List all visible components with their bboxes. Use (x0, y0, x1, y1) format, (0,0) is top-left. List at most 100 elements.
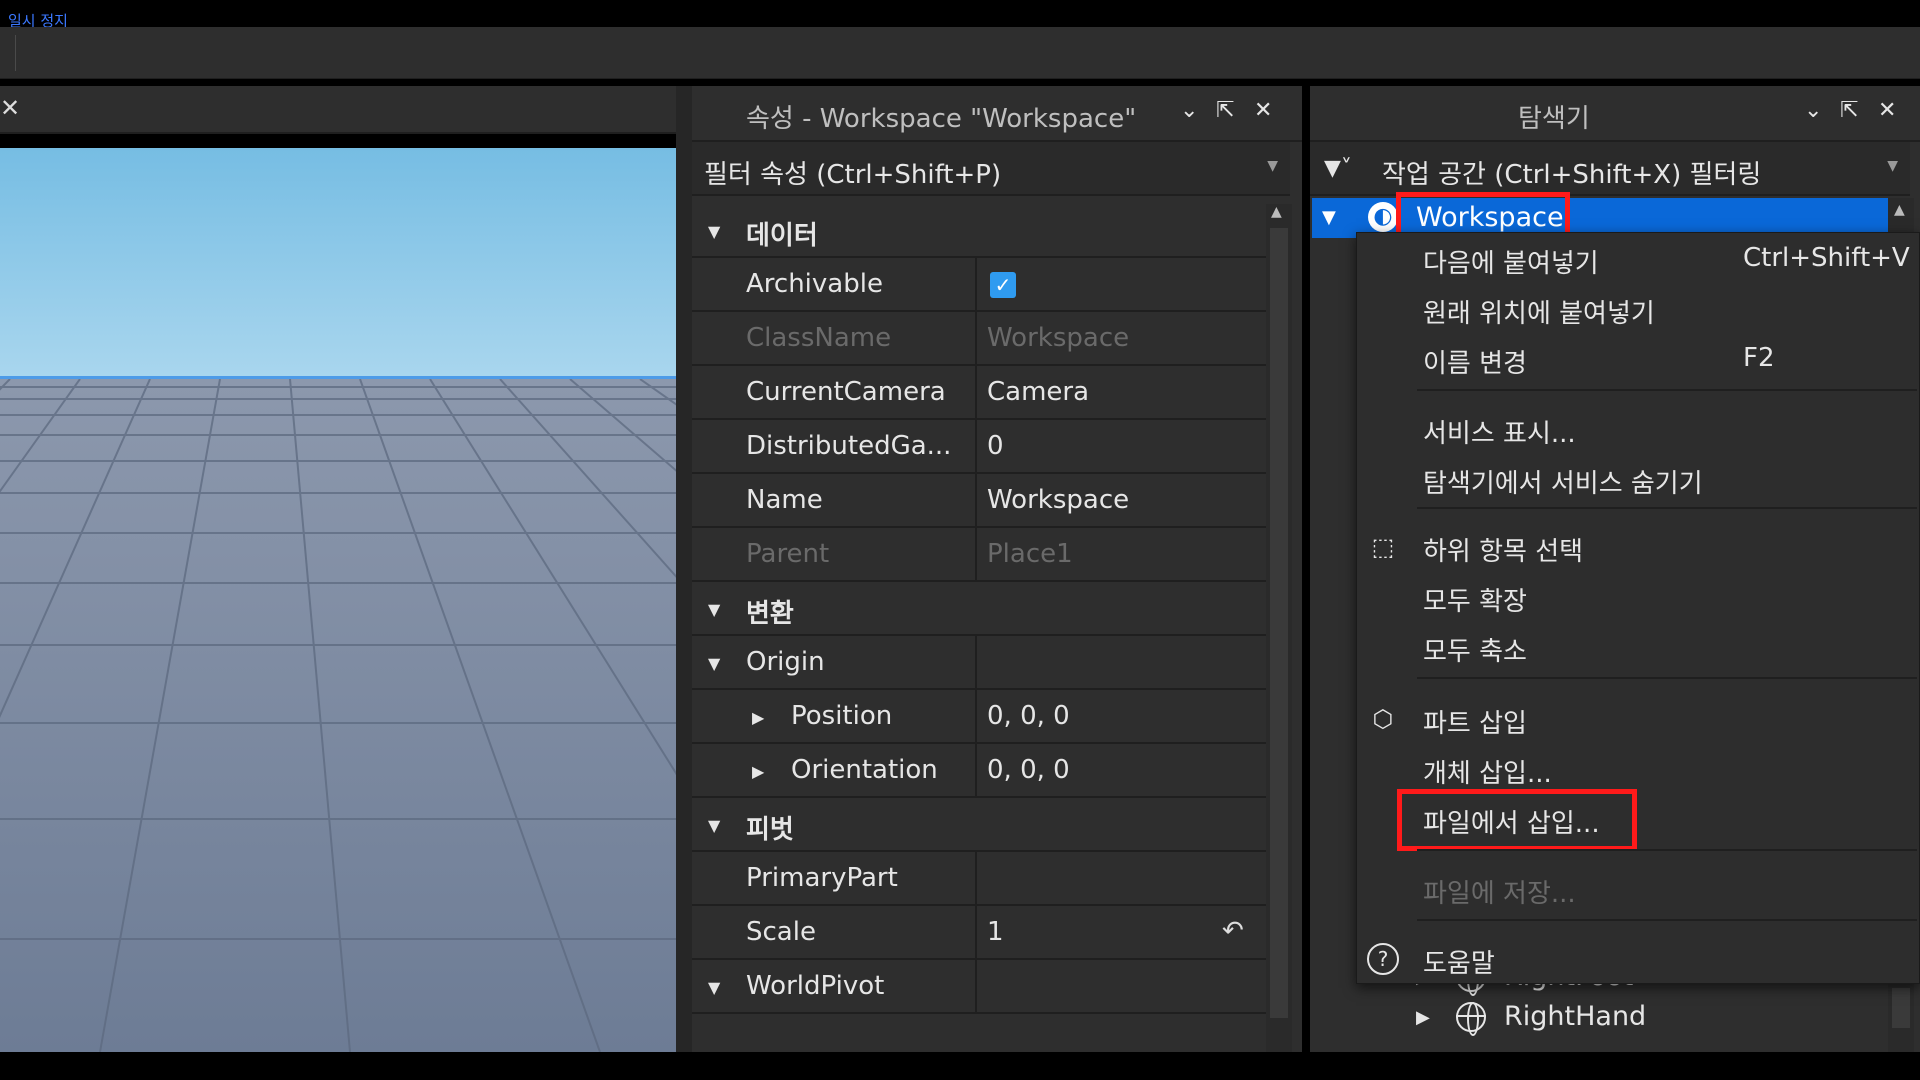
undock-icon[interactable]: ⇱ (1840, 100, 1858, 122)
section-pivot[interactable]: ▼ 피벗 (692, 798, 1266, 852)
property-scale[interactable]: Scale 1 ↶ (692, 906, 1266, 960)
column-divider (975, 312, 977, 364)
explorer-item-label: RightHand (1504, 1001, 1647, 1032)
property-archivable[interactable]: Archivable ✓ (692, 258, 1266, 312)
menu-item-paste-into[interactable]: 다음에 붙여넣기 Ctrl+Shift+V (1357, 235, 1919, 283)
section-data[interactable]: ▼ 데이터 (692, 204, 1266, 258)
menu-item-show-services[interactable]: 서비스 표시... (1357, 405, 1919, 453)
section-transform[interactable]: ▼ 변환 (692, 582, 1266, 636)
property-value[interactable]: Workspace (987, 485, 1129, 515)
property-name-row[interactable]: Name Workspace (692, 474, 1266, 528)
scroll-thumb[interactable] (1270, 228, 1288, 1018)
viewport-tab-bar: ✕ (0, 86, 678, 134)
column-divider (975, 906, 977, 958)
property-name: Orientation (791, 755, 938, 785)
menu-item-help[interactable]: ? 도움말 (1357, 935, 1919, 983)
menu-item-label: 개체 삽입... (1423, 759, 1552, 789)
menu-item-paste-in-place[interactable]: 원래 위치에 붙여넣기 (1357, 285, 1919, 333)
grid-lines (0, 379, 676, 1052)
menu-item-insert-object[interactable]: 개체 삽입... (1357, 745, 1919, 793)
panel-splitter[interactable] (676, 86, 692, 1052)
reset-icon[interactable]: ↶ (1222, 916, 1244, 946)
property-origin[interactable]: ▼ Origin (692, 636, 1266, 690)
filter-icon[interactable]: ▼˅ (1324, 156, 1352, 181)
menu-item-insert-part[interactable]: ⬡ 파트 삽입 (1357, 695, 1919, 743)
properties-title-bar: 속성 - Workspace "Workspace" ⌄ ⇱ ✕ (692, 86, 1302, 142)
expand-triangle-icon[interactable]: ▶ (1416, 1007, 1430, 1028)
close-icon[interactable]: ✕ (0, 96, 20, 120)
menu-separator (1417, 389, 1917, 391)
property-value[interactable]: 0, 0, 0 (987, 701, 1070, 731)
property-value[interactable]: 1 (987, 917, 1004, 947)
bottom-bar (0, 1052, 1920, 1080)
property-position[interactable]: ▶ Position 0, 0, 0 (692, 690, 1266, 744)
scroll-thumb[interactable] (1892, 988, 1910, 1028)
menu-item-save-to-file: 파일에 저장... (1357, 865, 1919, 913)
property-worldpivot[interactable]: ▼ WorldPivot (692, 960, 1266, 1014)
property-value: Workspace (987, 323, 1130, 353)
property-currentcamera[interactable]: CurrentCamera Camera (692, 366, 1266, 420)
menu-item-label: 모두 축소 (1423, 637, 1527, 667)
collapse-triangle-icon[interactable]: ▼ (708, 600, 720, 619)
dropdown-arrow-icon[interactable]: ▼ (1267, 158, 1278, 174)
sky (0, 148, 676, 378)
top-bar: 일시 정지 (0, 0, 1920, 30)
expand-triangle-icon[interactable]: ▶ (752, 762, 764, 781)
context-menu: 다음에 붙여넣기 Ctrl+Shift+V 원래 위치에 붙여넣기 이름 변경 … (1356, 232, 1920, 984)
chevron-down-icon[interactable]: ⌄ (1180, 100, 1198, 122)
3d-viewport[interactable] (0, 148, 676, 1052)
menu-item-label: 파일에 저장... (1423, 879, 1576, 909)
properties-filter-input[interactable]: 필터 속성 (Ctrl+Shift+P) ▼ (692, 142, 1290, 196)
collapse-triangle-icon[interactable]: ▼ (708, 816, 720, 835)
menu-item-select-children[interactable]: ⬚ 하위 항목 선택 (1357, 523, 1919, 571)
column-divider (975, 690, 977, 742)
close-icon[interactable]: ✕ (1878, 100, 1896, 122)
property-value[interactable]: 0, 0, 0 (987, 755, 1070, 785)
chevron-down-icon[interactable]: ⌄ (1804, 100, 1822, 122)
column-divider (975, 852, 977, 904)
explorer-item-righthand[interactable]: ▶ RightHand (1310, 998, 1880, 1038)
properties-list: ▼ 데이터 Archivable ✓ ClassName Workspace C… (692, 204, 1266, 1014)
menu-item-hide-services[interactable]: 탐색기에서 서비스 숨기기 (1357, 455, 1919, 503)
close-icon[interactable]: ✕ (1254, 100, 1272, 122)
menu-item-label: 탐색기에서 서비스 숨기기 (1423, 469, 1703, 499)
column-divider (975, 744, 977, 796)
property-name: Parent (746, 539, 830, 569)
property-orientation[interactable]: ▶ Orientation 0, 0, 0 (692, 744, 1266, 798)
property-primarypart[interactable]: PrimaryPart (692, 852, 1266, 906)
archivable-checkbox[interactable]: ✓ (990, 272, 1016, 298)
menu-item-label: 원래 위치에 붙여넣기 (1423, 299, 1655, 329)
property-parent: Parent Place1 (692, 528, 1266, 582)
highlight-box-insert-from-file (1397, 789, 1637, 851)
baseplate-ground (0, 379, 676, 1052)
collapse-triangle-icon[interactable]: ▼ (1322, 207, 1336, 228)
column-divider (975, 960, 977, 1012)
scroll-up-icon[interactable]: ▲ (1894, 202, 1905, 218)
property-name: WorldPivot (746, 971, 885, 1001)
property-value[interactable]: 0 (987, 431, 1004, 461)
property-name: PrimaryPart (746, 863, 898, 893)
dropdown-arrow-icon[interactable]: ▼ (1887, 158, 1898, 174)
expand-triangle-icon[interactable]: ▶ (752, 708, 764, 727)
menu-item-collapse-all[interactable]: 모두 축소 (1357, 623, 1919, 671)
menu-item-rename[interactable]: 이름 변경 F2 (1357, 335, 1919, 383)
menu-item-label: 이름 변경 (1423, 349, 1527, 379)
collapse-triangle-icon[interactable]: ▼ (708, 222, 720, 241)
scroll-up-icon[interactable]: ▲ (1271, 204, 1282, 220)
property-value[interactable]: Camera (987, 377, 1089, 407)
menu-separator (1417, 677, 1917, 679)
properties-scrollbar[interactable]: ▲ (1266, 204, 1292, 1080)
explorer-title-bar: 탐색기 ⌄ ⇱ ✕ (1310, 86, 1920, 142)
property-name: CurrentCamera (746, 377, 946, 407)
collapse-triangle-icon[interactable]: ▼ (708, 978, 720, 997)
collapse-triangle-icon[interactable]: ▼ (708, 654, 720, 673)
property-name: DistributedGa... (746, 431, 952, 461)
explorer-filter-input[interactable]: ▼˅ 작업 공간 (Ctrl+Shift+X) 필터링 ▼ (1310, 142, 1910, 196)
property-distributed[interactable]: DistributedGa... 0 (692, 420, 1266, 474)
menu-item-expand-all[interactable]: 모두 확장 (1357, 573, 1919, 621)
menu-item-shortcut: Ctrl+Shift+V (1743, 243, 1910, 273)
help-icon: ? (1367, 943, 1399, 975)
workspace-icon: ◐ (1368, 202, 1398, 232)
section-label: 데이터 (746, 221, 818, 251)
undock-icon[interactable]: ⇱ (1216, 100, 1234, 122)
